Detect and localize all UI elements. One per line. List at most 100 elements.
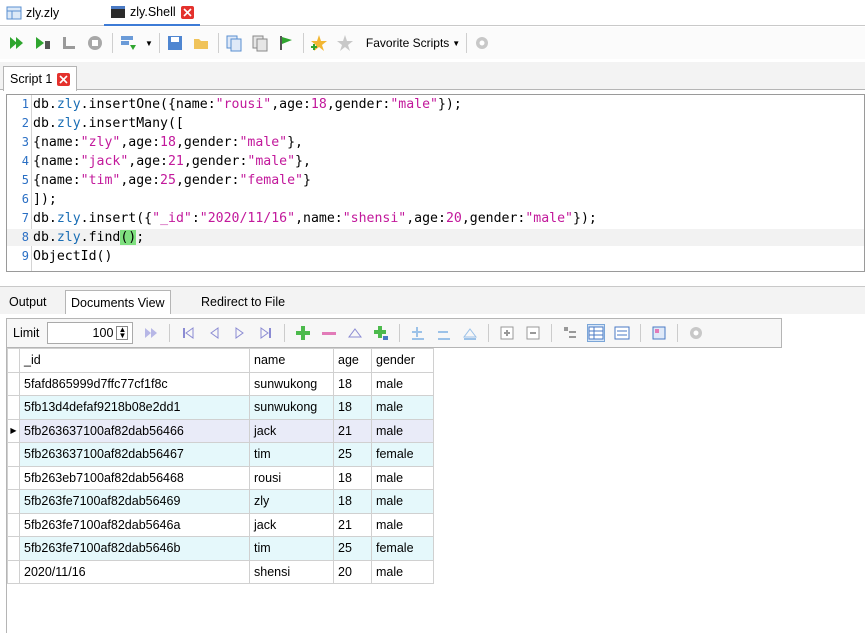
step-icon[interactable] [60, 34, 78, 52]
collapse-icon[interactable] [525, 325, 541, 341]
table-cell[interactable]: female [371, 536, 434, 561]
current-row-arrow-icon[interactable]: ▶ [7, 418, 20, 443]
export-icon[interactable] [651, 325, 667, 341]
code-line[interactable]: 8 db.zly.find(); [7, 229, 864, 246]
stop-icon[interactable] [86, 34, 104, 52]
settings-gear-icon[interactable] [688, 325, 704, 341]
expand-icon[interactable] [499, 325, 515, 341]
table-cell[interactable]: 21 [333, 418, 372, 443]
form-view-icon[interactable] [614, 325, 630, 341]
table-cell[interactable]: 5fb263637100af82dab56467 [19, 442, 250, 467]
table-cell[interactable]: jack [249, 512, 334, 537]
code-line[interactable]: 3 {name:"zly",age:18,gender:"male"}, [7, 134, 864, 151]
row-indicator[interactable] [7, 442, 20, 467]
code-line[interactable]: 1 db.zly.insertOne({name:"rousi",age:18,g… [7, 96, 864, 113]
table-cell[interactable]: 5fb263eb7100af82dab56468 [19, 465, 250, 490]
table-cell[interactable]: 5fb263fe7100af82dab5646b [19, 536, 250, 561]
favorite-scripts-button[interactable]: Favorite Scripts ▼ [366, 36, 460, 50]
grid-view-icon[interactable] [587, 324, 606, 342]
table-cell[interactable]: 5fb263fe7100af82dab5646a [19, 512, 250, 537]
tab-documents-view[interactable]: Documents View [65, 290, 171, 314]
dropdown-arrow-icon[interactable]: ▼ [145, 39, 153, 48]
code-editor[interactable]: 1 db.zly.insertOne({name:"rousi",age:18,g… [6, 94, 865, 272]
table-cell[interactable]: male [371, 465, 434, 490]
edit-field-icon[interactable] [462, 325, 478, 341]
paste-script-icon[interactable] [251, 34, 269, 52]
table-row[interactable]: 5fb263fe7100af82dab5646a jack 21 male [7, 512, 434, 537]
open-folder-icon[interactable] [192, 34, 210, 52]
run-icon[interactable] [8, 34, 26, 52]
insert-field-icon[interactable] [410, 325, 426, 341]
code-line[interactable]: 9 ObjectId() [7, 248, 864, 265]
row-indicator[interactable] [7, 536, 20, 561]
table-cell[interactable]: sunwukong [249, 395, 334, 420]
code-line[interactable]: 2 db.zly.insertMany([ [7, 115, 864, 132]
table-cell[interactable]: 18 [333, 489, 372, 514]
table-row[interactable]: 5fb263eb7100af82dab56468 rousi 18 male [7, 465, 434, 490]
column-header[interactable]: gender [371, 348, 434, 373]
limit-spinner-icon[interactable]: ▲ ▼ [116, 326, 129, 340]
row-indicator[interactable] [7, 489, 20, 514]
table-cell[interactable]: 2020/11/16 [19, 559, 250, 584]
settings-gear-icon[interactable] [473, 34, 491, 52]
delete-record-icon[interactable] [321, 325, 337, 341]
table-cell[interactable]: male [371, 395, 434, 420]
tab-zly-shell[interactable]: zly.Shell [104, 0, 200, 26]
code-line[interactable]: 5 {name:"tim",age:25,gender:"female"} [7, 172, 864, 189]
table-cell[interactable]: sunwukong [249, 371, 334, 396]
run-line-icon[interactable] [34, 34, 52, 52]
code-line[interactable]: 4 {name:"jack",age:21,gender:"male"}, [7, 153, 864, 170]
row-indicator[interactable] [7, 395, 20, 420]
table-row[interactable]: 5fafd865999d7ffc77cf1f8c sunwukong 18 male [7, 371, 434, 396]
table-row[interactable]: 5fb13d4defaf9218b08e2dd1 sunwukong 18 male [7, 395, 434, 420]
remove-field-icon[interactable] [436, 325, 452, 341]
previous-record-icon[interactable] [206, 325, 222, 341]
save-icon[interactable] [166, 34, 184, 52]
table-cell[interactable]: 18 [333, 465, 372, 490]
copy-script-icon[interactable] [225, 34, 243, 52]
tree-view-icon[interactable] [562, 325, 578, 341]
table-row[interactable]: 5fb263637100af82dab56467 tim 25 female [7, 442, 434, 467]
table-cell[interactable]: 18 [333, 371, 372, 396]
table-cell[interactable]: tim [249, 536, 334, 561]
table-cell[interactable]: zly [249, 489, 334, 514]
table-cell[interactable]: 5fafd865999d7ffc77cf1f8c [19, 371, 250, 396]
table-cell[interactable]: male [371, 559, 434, 584]
table-cell[interactable]: 21 [333, 512, 372, 537]
add-favorite-icon[interactable] [310, 34, 328, 52]
table-cell[interactable]: 18 [333, 395, 372, 420]
tab-zly-zly[interactable]: zly.zly [0, 0, 65, 26]
row-indicator[interactable] [7, 371, 20, 396]
table-cell[interactable]: female [371, 442, 434, 467]
next-record-icon[interactable] [232, 325, 248, 341]
tab-output[interactable]: Output [4, 290, 52, 314]
row-indicator[interactable] [7, 512, 20, 537]
save-record-icon[interactable] [347, 325, 363, 341]
add-field-icon[interactable] [373, 325, 389, 341]
code-line[interactable]: 7 db.zly.insert({"_id":"2020/11/16",name:… [7, 210, 864, 227]
table-row[interactable]: 5fb263fe7100af82dab5646b tim 25 female [7, 536, 434, 561]
column-header[interactable]: _id [19, 348, 250, 373]
code-line[interactable]: 6]); [7, 191, 864, 208]
row-indicator[interactable] [7, 559, 20, 584]
close-tab-icon[interactable] [180, 5, 194, 19]
table-cell[interactable]: tim [249, 442, 334, 467]
table-cell[interactable]: rousi [249, 465, 334, 490]
column-header[interactable]: age [333, 348, 372, 373]
row-indicator[interactable] [7, 465, 20, 490]
execute-mode-icon[interactable] [119, 34, 137, 52]
close-tab-icon[interactable] [57, 72, 71, 86]
table-cell[interactable]: 25 [333, 536, 372, 561]
table-cell[interactable]: male [371, 489, 434, 514]
table-cell[interactable]: 25 [333, 442, 372, 467]
add-record-icon[interactable] [295, 325, 311, 341]
limit-input[interactable]: 100 ▲ ▼ [47, 322, 134, 344]
table-cell[interactable]: 5fb13d4defaf9218b08e2dd1 [19, 395, 250, 420]
table-row[interactable]: ▶ 5fb263637100af82dab56466 jack 21 male [7, 418, 434, 443]
table-cell[interactable]: 5fb263637100af82dab56466 [19, 418, 250, 443]
last-record-icon[interactable] [258, 325, 274, 341]
column-header[interactable]: name [249, 348, 334, 373]
table-row[interactable]: 2020/11/16 shensi 20 male [7, 559, 434, 584]
table-cell[interactable]: male [371, 512, 434, 537]
table-cell[interactable]: jack [249, 418, 334, 443]
